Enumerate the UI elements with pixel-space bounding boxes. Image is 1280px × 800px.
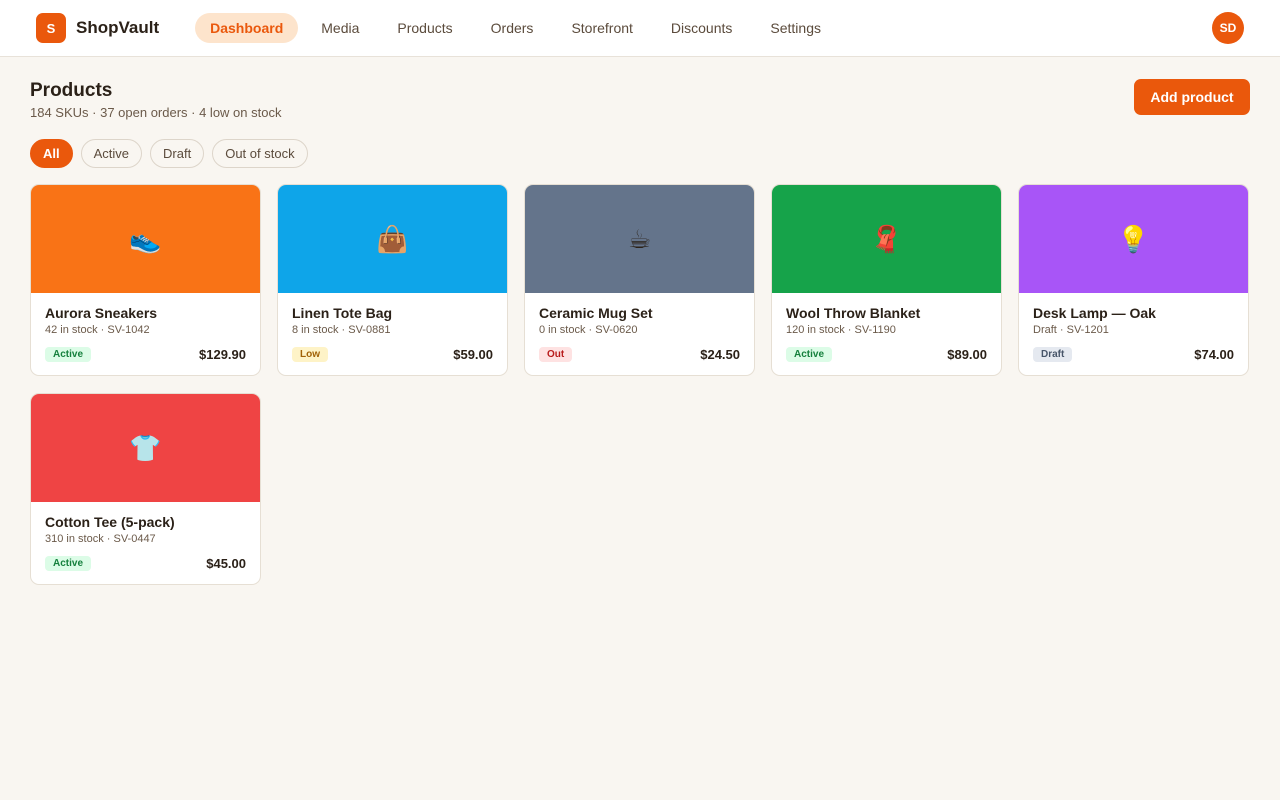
product-name: Aurora Sneakers (45, 305, 158, 321)
product-card-body: Linen Tote Bag 8 in stock · SV-0881 Low … (278, 293, 507, 375)
filter-draft[interactable]: Draft (150, 139, 205, 168)
add-product-button[interactable]: Add product (1134, 79, 1250, 115)
brand[interactable]: S ShopVault (36, 13, 159, 43)
status-badge: Low (292, 347, 328, 362)
product-price: $74.00 (1194, 347, 1234, 362)
filter-active[interactable]: Active (80, 139, 143, 168)
product-price: $129.90 (199, 347, 246, 362)
nav-item-products[interactable]: Products (382, 13, 467, 43)
product-price: $24.50 (700, 347, 740, 362)
product-name: Linen Tote Bag (292, 305, 393, 321)
product-image: 👕 (31, 394, 260, 502)
nav-item-orders[interactable]: Orders (476, 13, 549, 43)
product-price: $45.00 (206, 556, 246, 571)
product-card[interactable]: 💡 Desk Lamp — Oak Draft · SV-1201 Draft … (1018, 184, 1249, 376)
product-grid: 👟 Aurora Sneakers 42 in stock · SV-1042 … (0, 184, 1280, 585)
product-price: $59.00 (453, 347, 493, 362)
product-name: Desk Lamp — Oak (1033, 305, 1156, 321)
product-card[interactable]: 👕 Cotton Tee (5-pack) 310 in stock · SV-… (30, 393, 261, 585)
product-footer: Out $24.50 (539, 347, 740, 362)
filter-out-of-stock[interactable]: Out of stock (212, 139, 308, 168)
light-bulb-icon: 💡 (1117, 223, 1150, 254)
nav-item-discounts[interactable]: Discounts (656, 13, 747, 43)
product-card-body: Ceramic Mug Set 0 in stock · SV-0620 Out… (525, 293, 754, 375)
product-meta: 0 in stock · SV-0620 (539, 324, 638, 336)
nav-item-dashboard[interactable]: Dashboard (195, 13, 299, 43)
product-price: $89.00 (947, 347, 987, 362)
product-card-body: Cotton Tee (5-pack) 310 in stock · SV-04… (31, 502, 260, 584)
product-footer: Active $89.00 (786, 347, 987, 362)
product-name: Ceramic Mug Set (539, 305, 653, 321)
product-card-body: Wool Throw Blanket 120 in stock · SV-119… (772, 293, 1001, 375)
product-meta: Draft · SV-1201 (1033, 324, 1109, 336)
nav-item-settings[interactable]: Settings (755, 13, 836, 43)
status-badge: Out (539, 347, 573, 362)
product-card-body: Desk Lamp — Oak Draft · SV-1201 Draft $7… (1019, 293, 1248, 375)
product-card[interactable]: ☕ Ceramic Mug Set 0 in stock · SV-0620 O… (524, 184, 755, 376)
filter-all[interactable]: All (30, 139, 73, 168)
coffee-mug-icon: ☕ (627, 223, 652, 254)
nav-item-media[interactable]: Media (306, 13, 374, 43)
product-footer: Active $45.00 (45, 556, 246, 571)
status-badge: Draft (1033, 347, 1073, 362)
top-bar: S ShopVault Dashboard Media Products Ord… (0, 0, 1280, 57)
product-card-body: Aurora Sneakers 42 in stock · SV-1042 Ac… (31, 293, 260, 375)
product-image: 💡 (1019, 185, 1248, 293)
product-name: Cotton Tee (5-pack) (45, 514, 175, 530)
nav-item-storefront[interactable]: Storefront (556, 13, 647, 43)
product-card[interactable]: 👟 Aurora Sneakers 42 in stock · SV-1042 … (30, 184, 261, 376)
status-badge: Active (786, 347, 833, 362)
product-card[interactable]: 🧣 Wool Throw Blanket 120 in stock · SV-1… (771, 184, 1002, 376)
scarf-icon: 🧣 (870, 223, 903, 254)
t-shirt-icon: 👕 (129, 432, 162, 463)
product-card[interactable]: 👜 Linen Tote Bag 8 in stock · SV-0881 Lo… (277, 184, 508, 376)
sneaker-icon: 👟 (129, 223, 162, 254)
status-badge: Active (45, 556, 92, 571)
product-image: 🧣 (772, 185, 1001, 293)
filter-chips: All Active Draft Out of stock (0, 139, 1280, 168)
product-meta: 120 in stock · SV-1190 (786, 324, 896, 336)
product-meta: 42 in stock · SV-1042 (45, 324, 150, 336)
page-header: Products 184 SKUs · 37 open orders · 4 l… (0, 57, 1280, 139)
brand-logo: S (36, 13, 66, 43)
handbag-icon: 👜 (376, 223, 409, 254)
product-image: 👟 (31, 185, 260, 293)
product-footer: Draft $74.00 (1033, 347, 1234, 362)
main-nav: Dashboard Media Products Orders Storefro… (195, 13, 844, 43)
user-avatar[interactable]: SD (1212, 12, 1244, 44)
brand-name: ShopVault (76, 18, 160, 37)
product-image: ☕ (525, 185, 754, 293)
product-image: 👜 (278, 185, 507, 293)
status-badge: Active (45, 347, 92, 362)
page-title: Products (30, 80, 113, 101)
product-footer: Low $59.00 (292, 347, 493, 362)
product-meta: 8 in stock · SV-0881 (292, 324, 391, 336)
product-meta: 310 in stock · SV-0447 (45, 533, 156, 545)
product-footer: Active $129.90 (45, 347, 246, 362)
product-name: Wool Throw Blanket (786, 305, 921, 321)
page-subtitle: 184 SKUs · 37 open orders · 4 low on sto… (30, 105, 282, 120)
